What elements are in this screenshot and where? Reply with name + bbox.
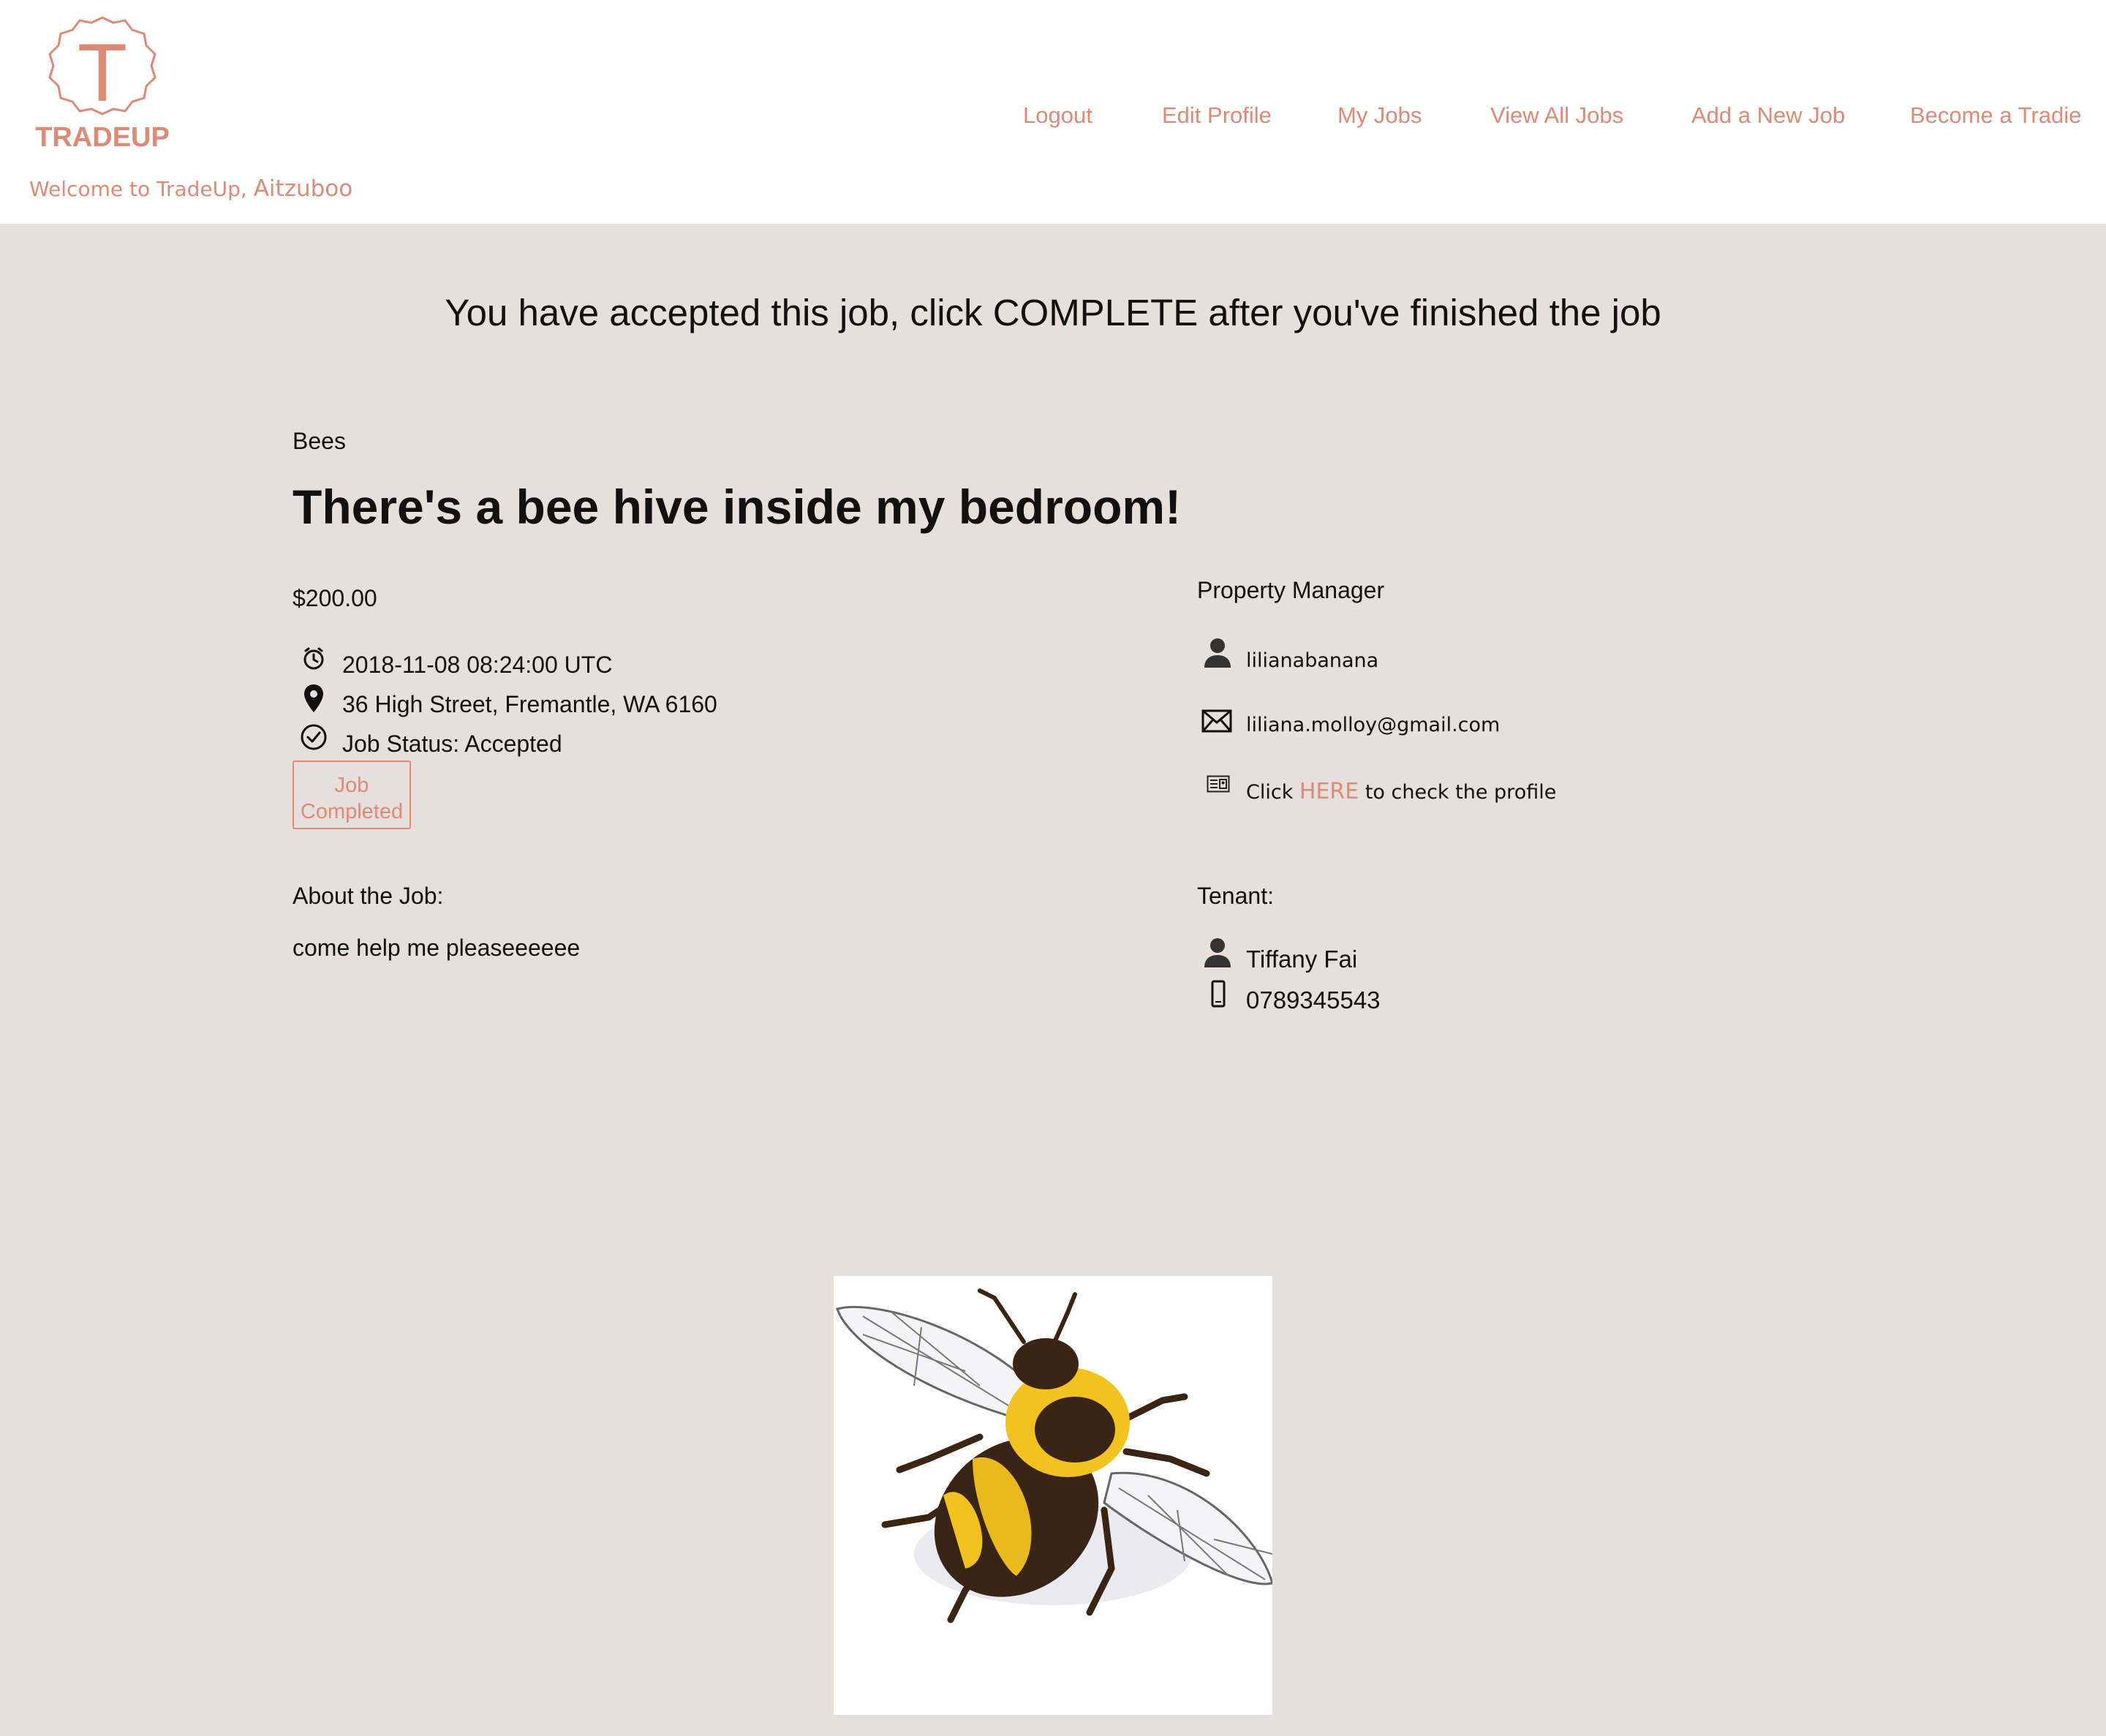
envelope-icon (1201, 709, 1232, 733)
job-photo (834, 1276, 1274, 1715)
job-completed-button[interactable]: Job Completed (292, 761, 411, 829)
nav-add-new-job[interactable]: Add a New Job (1691, 102, 1845, 129)
tenant-label: Tenant: (1197, 883, 1274, 909)
clock-icon (303, 647, 324, 670)
job-price: $200.00 (292, 585, 377, 611)
pm-email: liliana.molloy@gmail.com (1246, 714, 1501, 736)
pm-profile-suffix: to check the profile (1359, 781, 1557, 804)
job-category: Bees (292, 428, 346, 454)
property-manager-label: Property Manager (1197, 577, 1385, 603)
top-navigation-bar: T TRADEUP Welcome to TradeUp, Aitzuboo L… (0, 0, 2106, 224)
welcome-prefix: Welcome to TradeUp, (29, 177, 254, 201)
logo-letter: T (78, 27, 127, 118)
job-description: come help me pleaseeeeee (292, 935, 581, 961)
job-address: 36 High Street, Fremantle, WA 6160 (342, 691, 717, 717)
check-circle-icon (301, 724, 327, 750)
nav-my-jobs[interactable]: My Jobs (1337, 102, 1422, 129)
id-card-icon (1207, 775, 1230, 793)
job-accepted-banner: You have accepted this job, click COMPLE… (445, 292, 1661, 333)
tenant-name: Tiffany Fai (1246, 946, 1358, 973)
pm-profile-link-line: Click HERE to check the profile (1246, 779, 1556, 804)
nav-edit-profile[interactable]: Edit Profile (1162, 102, 1272, 129)
mobile-phone-icon (1211, 980, 1226, 1008)
welcome-username: Aitzuboo (253, 176, 353, 202)
job-status: Job Status: Accepted (342, 731, 562, 757)
bee-illustration (836, 1288, 1274, 1623)
pm-username: lilianabanana (1246, 649, 1379, 672)
bee-head (1013, 1338, 1079, 1389)
nav-logout[interactable]: Logout (1023, 102, 1092, 129)
user-icon (1204, 938, 1231, 967)
nav-become-tradie[interactable]: Become a Tradie (1910, 102, 2081, 129)
pm-profile-here-link[interactable]: HERE (1299, 779, 1359, 804)
nav-view-all-jobs[interactable]: View All Jobs (1490, 102, 1623, 129)
about-job-label: About the Job: (292, 883, 444, 909)
logo-wordmark: TRADEUP (35, 122, 170, 153)
job-title: There's a bee hive inside my bedroom! (292, 480, 1182, 534)
job-datetime: 2018-11-08 08:24:00 UTC (342, 652, 613, 678)
welcome-message: Welcome to TradeUp, Aitzuboo (29, 176, 352, 202)
tenant-phone: 0789345543 (1246, 986, 1381, 1014)
user-icon (1204, 638, 1231, 668)
tradeup-logo[interactable]: T TRADEUP (29, 15, 176, 154)
map-pin-icon (304, 684, 323, 712)
pm-profile-prefix: Click (1246, 781, 1299, 804)
